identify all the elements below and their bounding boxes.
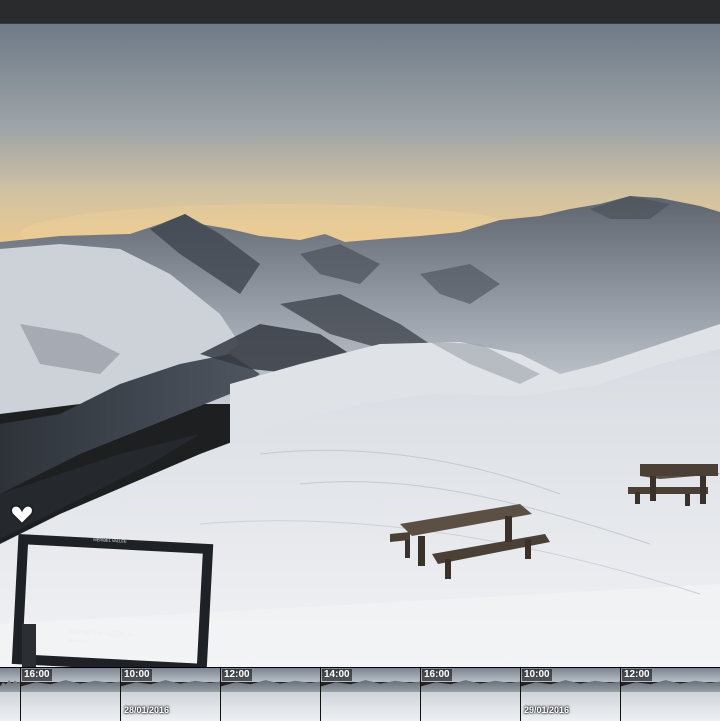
webcam-image: MERIBEL MERIBEL VALLEE Roc de Fer - 2290… — [0, 24, 720, 667]
sign-brand: MERIBEL — [43, 530, 65, 537]
thumbnail-time: 14:00 — [322, 669, 352, 681]
thumbnail-filmstrip: 16:00 10:00 28/01/2016 12:00 14:00 16:00… — [0, 667, 720, 721]
thumbnail[interactable]: 12:00 — [620, 668, 720, 721]
thumbnail[interactable]: 14:00 — [320, 668, 420, 721]
thumbnail-time: 10:00 — [122, 669, 152, 681]
top-bar — [0, 0, 720, 24]
thumbnail[interactable]: 12:00 — [220, 668, 320, 721]
thumbnail-date: 28/01/2016 — [124, 705, 170, 715]
thumbnail-time: 12:00 — [222, 669, 252, 681]
webcam-scene: MERIBEL MERIBEL VALLEE Roc de Fer - 2290… — [0, 24, 720, 667]
thumbnail[interactable]: 16:00 — [420, 668, 520, 721]
thumbnail[interactable]: 16:00 — [20, 668, 120, 721]
thumbnail-time: 16:00 — [22, 669, 52, 681]
thumbnail[interactable] — [0, 668, 20, 721]
thumbnail-time: 10:00 — [522, 669, 552, 681]
thumbnail-time: 16:00 — [422, 669, 452, 681]
thumbnail[interactable]: 10:00 28/01/2016 — [120, 668, 220, 721]
thumbnail-date: 29/01/2016 — [524, 705, 570, 715]
thumbnail-time: 12:00 — [622, 669, 652, 681]
thumbnail[interactable]: 10:00 29/01/2016 — [520, 668, 620, 721]
